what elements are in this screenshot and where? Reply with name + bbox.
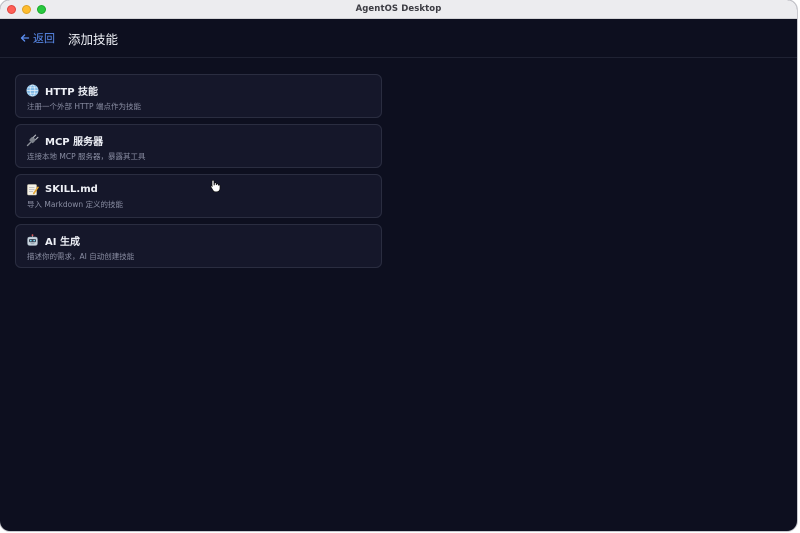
- robot-icon: [26, 234, 39, 247]
- skill-option-description: 导入 Markdown 定义的技能: [27, 200, 123, 209]
- plug-icon: [26, 134, 39, 147]
- skill-option-title: SKILL.md: [45, 184, 98, 195]
- skill-option-http[interactable]: HTTP 技能 注册一个外部 HTTP 端点作为技能: [15, 74, 382, 118]
- skill-type-list: HTTP 技能 注册一个外部 HTTP 端点作为技能 MCP 服务器 连接本地: [15, 74, 382, 268]
- skill-option-ai-generate[interactable]: AI 生成 描述你的需求，AI 自动创建技能: [15, 224, 382, 268]
- skill-option-title: HTTP 技能: [45, 87, 99, 98]
- skill-option-description: 描述你的需求，AI 自动创建技能: [27, 252, 135, 261]
- arrow-left-icon: [20, 33, 30, 43]
- main-content: HTTP 技能 注册一个外部 HTTP 端点作为技能 MCP 服务器 连接本地: [0, 58, 797, 268]
- app-window: AgentOS Desktop 返回 添加技能 HTTP 技能 注册一个外部 H…: [0, 0, 797, 531]
- minimize-window-button[interactable]: [22, 5, 31, 14]
- hand-pointer-icon: [210, 177, 221, 196]
- zoom-window-button[interactable]: [37, 5, 46, 14]
- back-label: 返回: [33, 32, 55, 45]
- back-button[interactable]: 返回: [20, 30, 55, 46]
- memo-icon: [26, 183, 39, 196]
- page-title: 添加技能: [68, 31, 119, 47]
- close-window-button[interactable]: [7, 5, 16, 14]
- title-bar: AgentOS Desktop: [0, 0, 797, 19]
- page-header: 返回 添加技能: [0, 19, 797, 58]
- window-controls: [7, 5, 46, 14]
- globe-icon: [26, 84, 39, 97]
- skill-option-mcp[interactable]: MCP 服务器 连接本地 MCP 服务器，暴露其工具: [15, 124, 382, 168]
- window-title: AgentOS Desktop: [355, 4, 442, 14]
- skill-option-description: 连接本地 MCP 服务器，暴露其工具: [27, 152, 146, 161]
- skill-option-title: MCP 服务器: [45, 137, 104, 148]
- skill-option-description: 注册一个外部 HTTP 端点作为技能: [27, 102, 141, 111]
- skill-option-skillmd[interactable]: SKILL.md 导入 Markdown 定义的技能: [15, 174, 382, 218]
- skill-option-title: AI 生成: [45, 237, 80, 248]
